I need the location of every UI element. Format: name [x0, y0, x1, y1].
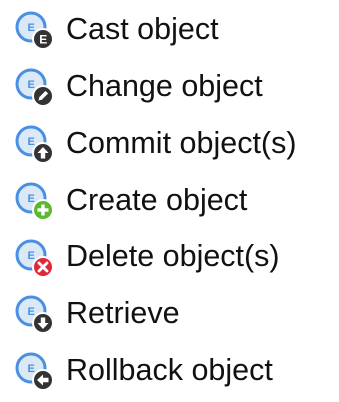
retrieve-icon: E: [14, 294, 56, 336]
svg-text:E: E: [28, 363, 35, 375]
svg-text:E: E: [28, 136, 35, 148]
action-list: E E Cast object E Change object E Commit…: [14, 3, 336, 401]
change-icon: E: [14, 67, 56, 109]
svg-text:E: E: [28, 22, 35, 34]
svg-text:E: E: [28, 306, 35, 318]
cast-icon: E E: [14, 10, 56, 52]
action-item-rollback-object[interactable]: E Rollback object: [14, 344, 336, 401]
action-item-cast-object[interactable]: E E Cast object: [14, 3, 336, 60]
action-label: Change object: [66, 68, 263, 103]
action-item-delete-objects[interactable]: E Delete object(s): [14, 230, 336, 287]
svg-text:E: E: [28, 250, 35, 262]
action-label: Commit object(s): [66, 125, 297, 160]
svg-text:E: E: [39, 33, 47, 47]
svg-text:E: E: [28, 79, 35, 91]
action-label: Retrieve: [66, 296, 180, 331]
action-item-create-object[interactable]: E Create object: [14, 173, 336, 230]
action-label: Create object: [66, 182, 248, 217]
delete-icon: E: [14, 238, 56, 280]
create-icon: E: [14, 181, 56, 223]
action-item-retrieve[interactable]: E Retrieve: [14, 287, 336, 344]
rollback-icon: E: [14, 351, 56, 393]
action-item-commit-objects[interactable]: E Commit object(s): [14, 117, 336, 174]
action-item-change-object[interactable]: E Change object: [14, 60, 336, 117]
action-label: Rollback object: [66, 352, 273, 387]
action-label: Cast object: [66, 12, 219, 47]
commit-icon: E: [14, 124, 56, 166]
svg-text:E: E: [28, 193, 35, 205]
action-label: Delete object(s): [66, 239, 280, 274]
